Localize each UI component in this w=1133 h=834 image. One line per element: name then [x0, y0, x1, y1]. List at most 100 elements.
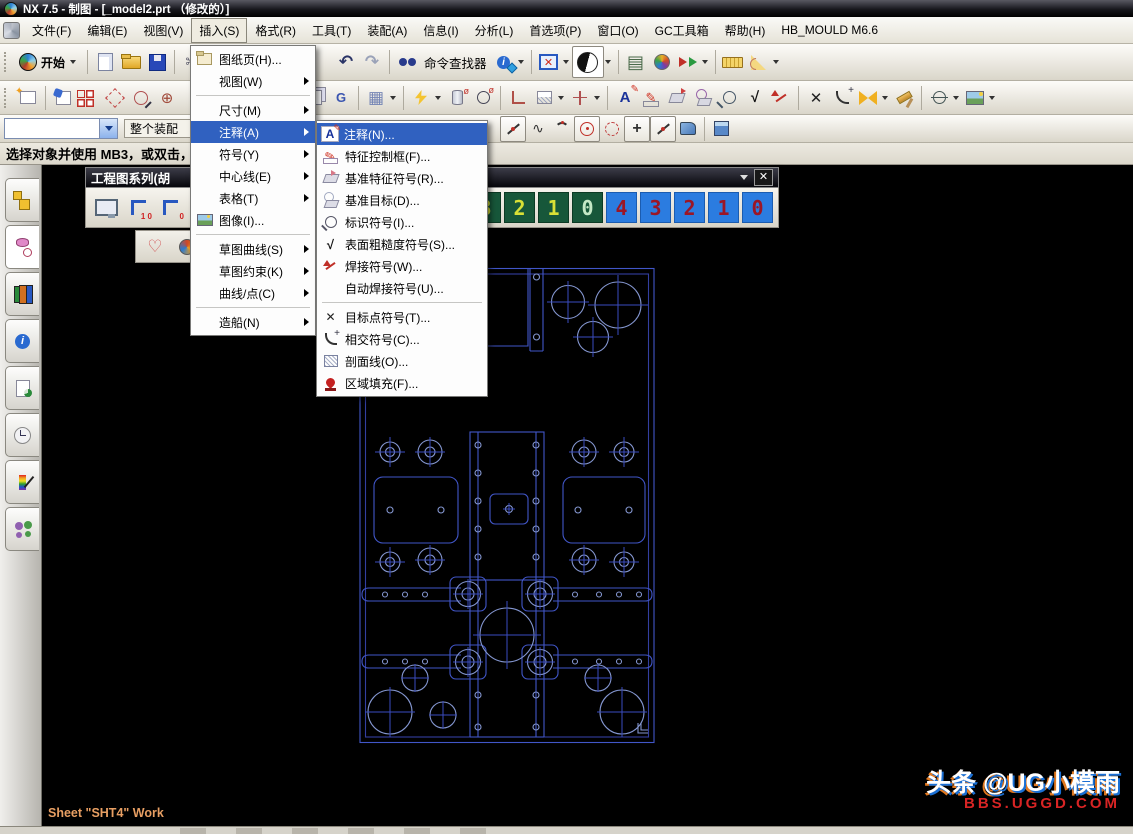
measure-angle-icon[interactable] [746, 50, 772, 74]
target-point-icon[interactable]: ✕ [803, 86, 829, 110]
point-tool-icon[interactable]: + [624, 115, 650, 142]
chevron-down-icon[interactable] [594, 95, 600, 100]
combo-dropdown-button[interactable] [99, 119, 117, 138]
new-file-button[interactable] [92, 50, 118, 74]
menu-item-view[interactable]: 视图(W) [191, 70, 315, 92]
show-hide-arrows-icon[interactable] [675, 50, 701, 74]
view-rotate-icon[interactable]: ⊕ [154, 86, 180, 110]
cube-icon[interactable] [709, 117, 733, 141]
menu-help[interactable]: 帮助(H) [717, 18, 774, 43]
line2-tool-icon[interactable] [650, 115, 676, 142]
hammer-icon[interactable] [891, 86, 917, 110]
tab-visualization[interactable] [5, 460, 39, 504]
blue-button-0[interactable]: 0 [742, 192, 773, 223]
feature-control-frame-icon[interactable] [638, 86, 664, 110]
chevron-down-icon[interactable] [772, 60, 779, 64]
heart-sh-icon[interactable]: ♡ [140, 233, 170, 261]
hole-dimension-icon[interactable] [470, 85, 496, 110]
save-button[interactable] [144, 50, 170, 74]
menu-insert[interactable]: 插入(S) [191, 17, 248, 43]
toolbar-grip[interactable] [4, 87, 11, 108]
selection-filter-combo[interactable] [4, 118, 118, 139]
layer-settings-icon[interactable]: ▤ [623, 50, 649, 74]
menu-item-sketch-constraint[interactable]: 草图约束(K) [191, 260, 315, 282]
detail-view-icon[interactable] [102, 86, 128, 110]
green-button-0[interactable]: 0 [572, 192, 603, 223]
face-tool-icon[interactable] [676, 117, 700, 141]
binoculars-icon[interactable] [394, 50, 420, 74]
menu-item-curve-point[interactable]: 曲线/点(C) [191, 282, 315, 304]
chevron-down-icon[interactable] [517, 60, 524, 64]
object-display-icon[interactable] [649, 50, 675, 74]
submenu-item-intersection-symbol[interactable]: 相交符号(C)... [317, 328, 487, 350]
command-finder-button[interactable]: 命令查找器 [420, 53, 491, 72]
menu-item-annotation[interactable]: 注释(A) [191, 121, 315, 143]
toolbar-grip[interactable] [4, 52, 11, 72]
centerline-icon[interactable] [567, 86, 593, 110]
submenu-item-target-point-symbol[interactable]: 目标点符号(T)... [317, 306, 487, 328]
close-icon[interactable]: ✕ [754, 169, 773, 186]
tab-library[interactable] [5, 272, 39, 316]
menu-view[interactable]: 视图(V) [135, 18, 191, 43]
surface-finish-icon[interactable]: √ [742, 86, 768, 110]
submenu-item-id-symbol[interactable]: 标识符号(I)... [317, 211, 487, 233]
submenu-item-crosshatch[interactable]: 剖面线(O)... [317, 350, 487, 372]
menu-analysis[interactable]: 分析(L) [467, 18, 522, 43]
spline-tool-icon[interactable]: ∿ [526, 117, 550, 141]
chevron-down-icon[interactable] [882, 95, 888, 100]
chevron-down-icon[interactable] [604, 60, 611, 64]
chevron-down-icon[interactable] [390, 95, 396, 100]
blue-button-2[interactable]: 2 [674, 192, 705, 223]
submenu-item-note[interactable]: 注释(N)... [317, 123, 487, 145]
sheet-settings-icon[interactable] [91, 194, 121, 222]
section-line-icon[interactable] [531, 86, 557, 110]
chevron-down-icon[interactable] [558, 95, 564, 100]
tab-report[interactable] [5, 366, 39, 410]
tab-history[interactable] [5, 413, 39, 457]
info-cascade-icon[interactable] [491, 50, 517, 74]
submenu-item-weld-symbol[interactable]: 焊接符号(W)... [317, 255, 487, 277]
submenu-item-datum-feature-symbol[interactable]: 基准特征符号(R)... [317, 167, 487, 189]
crosshair-target-icon[interactable] [926, 86, 952, 110]
blue-button-1[interactable]: 1 [708, 192, 739, 223]
corner-icon[interactable] [505, 86, 531, 110]
measure-distance-icon[interactable] [720, 50, 746, 74]
menu-item-shipbuilding[interactable]: 造船(N) [191, 311, 315, 333]
arc-tool-icon[interactable] [550, 117, 574, 141]
circle-center-tool-icon[interactable] [574, 115, 600, 142]
custom-symbol-icon[interactable] [855, 86, 881, 110]
submenu-item-auto-weld-symbol[interactable]: 自动焊接符号(U)... [317, 277, 487, 299]
tab-roles[interactable] [5, 507, 39, 551]
section-view-icon[interactable] [128, 86, 154, 110]
menu-information[interactable]: 信息(I) [415, 18, 466, 43]
menu-assemblies[interactable]: 装配(A) [359, 18, 415, 43]
menu-edit[interactable]: 编辑(E) [79, 18, 135, 43]
grid-icon[interactable]: ▦ [363, 86, 389, 110]
display-mode-icon[interactable] [571, 46, 604, 78]
chevron-down-icon[interactable] [562, 60, 569, 64]
datum-target-icon[interactable] [690, 86, 716, 110]
start-button[interactable]: 开始 [15, 46, 83, 78]
note-icon[interactable]: A [612, 84, 639, 110]
chevron-down-icon[interactable] [435, 95, 441, 100]
menu-preferences[interactable]: 首选项(P) [521, 18, 589, 43]
submenu-item-surface-finish[interactable]: 表面粗糙度符号(S)... [317, 233, 487, 255]
cylinder-dimension-icon[interactable] [444, 86, 470, 110]
green-button-1[interactable]: 1 [538, 192, 569, 223]
menu-tools[interactable]: 工具(T) [304, 18, 359, 43]
chevron-down-icon[interactable] [953, 95, 959, 100]
menu-item-image[interactable]: 图像(I)... [191, 209, 315, 231]
redo-button[interactable]: ↷ [359, 50, 385, 74]
open-button[interactable] [118, 50, 144, 74]
menu-hb-mould[interactable]: HB_MOULD M6.6 [773, 19, 886, 41]
corner-style-1-icon[interactable]: 1 0 [123, 194, 153, 222]
projected-view-icon[interactable] [76, 86, 102, 110]
menu-format[interactable]: 格式(R) [247, 18, 304, 43]
circle-dashed-tool-icon[interactable] [600, 117, 624, 141]
menu-item-sheet[interactable]: 图纸页(H)... [191, 48, 315, 70]
corner-style-2-icon[interactable]: 0 [155, 194, 185, 222]
menu-item-table[interactable]: 表格(T) [191, 187, 315, 209]
window-close-icon[interactable] [536, 50, 562, 74]
tab-internet[interactable] [5, 319, 39, 363]
menu-item-centerline[interactable]: 中心线(E) [191, 165, 315, 187]
